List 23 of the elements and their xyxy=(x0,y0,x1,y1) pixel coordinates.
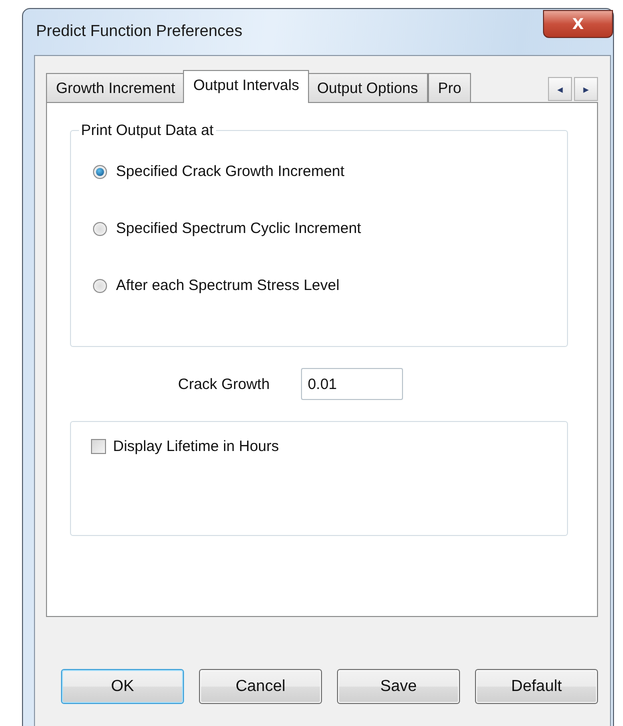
dialog-button[interactable]: Cancel xyxy=(199,669,322,704)
checkbox-label: Display Lifetime in Hours xyxy=(113,438,279,455)
dialog-button[interactable]: OK xyxy=(61,669,184,704)
window-title: Predict Function Preferences xyxy=(36,23,242,41)
tab-scroll-button[interactable]: ▸ xyxy=(574,77,598,101)
dialog-button[interactable]: Save xyxy=(337,669,460,704)
group-title: Print Output Data at xyxy=(80,122,215,139)
close-button[interactable]: X xyxy=(543,10,613,38)
dialog-button[interactable]: Default xyxy=(475,669,598,704)
tab[interactable]: Growth Increment xyxy=(46,73,186,103)
tab-scroll-button[interactable]: ◂ xyxy=(548,77,572,101)
radio-button[interactable] xyxy=(93,164,107,178)
tab[interactable]: Output Options xyxy=(307,73,428,103)
radio-label: Specified Crack Growth Increment xyxy=(116,163,344,180)
radio-label: After each Spectrum Stress Level xyxy=(116,277,340,294)
tab[interactable]: Output Intervals xyxy=(183,70,310,103)
tab[interactable]: Pro xyxy=(428,73,472,103)
input-field[interactable]: 0.01 xyxy=(300,368,403,400)
radio-button[interactable] xyxy=(93,278,107,292)
radio-label: Specified Spectrum Cyclic Increment xyxy=(116,220,362,237)
checkbox[interactable] xyxy=(91,439,106,454)
field-label: Crack Growth xyxy=(178,376,270,392)
radio-button[interactable] xyxy=(93,222,107,236)
